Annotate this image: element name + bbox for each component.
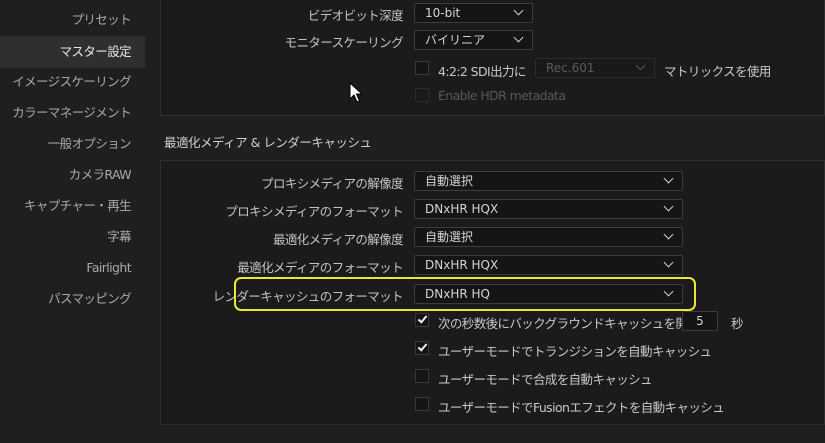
proxy-resolution-label: プロキシメディアの解像度 — [261, 176, 404, 191]
optimized-format-value: DNxHR HQX — [425, 258, 499, 272]
background-cache-label: 次の秒数後にバックグラウンドキャッシュを開始 — [438, 316, 700, 331]
optimized-format-label: 最適化メディアのフォーマット — [237, 260, 403, 275]
monitor-scaling-value: バイリニア — [425, 33, 486, 47]
cache-section-title: 最適化メディア & レンダーキャッシュ — [164, 135, 372, 150]
sidebar-item-image-scaling[interactable]: イメージスケーリング — [0, 66, 145, 98]
sidebar-item-master-settings[interactable]: マスター設定 — [0, 36, 145, 68]
proxy-format-label: プロキシメディアのフォーマット — [225, 204, 403, 219]
auto-cache-transitions-checkbox[interactable] — [415, 341, 429, 355]
auto-cache-composites-checkbox[interactable] — [415, 369, 429, 383]
optimized-resolution-value: 自動選択 — [425, 230, 474, 244]
chevron-down-icon — [513, 5, 524, 16]
project-settings-window: プリセット マスター設定 イメージスケーリング カラーマネージメント 一般オプシ… — [0, 0, 825, 443]
auto-cache-fusion-label: ユーザーモードでFusionエフェクトを自動キャッシュ — [438, 400, 725, 415]
background-cache-seconds-input[interactable]: 5 — [682, 311, 718, 331]
bit-depth-value: 10-bit — [425, 6, 461, 20]
chevron-down-icon — [663, 173, 674, 184]
settings-sidebar: プリセット マスター設定 イメージスケーリング カラーマネージメント 一般オプシ… — [0, 0, 145, 443]
hdr-metadata-label: Enable HDR metadata — [438, 88, 566, 103]
chevron-down-icon — [663, 229, 674, 240]
bit-depth-select[interactable]: 10-bit — [414, 3, 533, 23]
auto-cache-fusion-checkbox[interactable] — [415, 397, 429, 411]
sidebar-item-capture-playback[interactable]: キャプチャー・再生 — [0, 190, 145, 222]
checkmark-icon — [417, 313, 428, 324]
monitor-scaling-label: モニタースケーリング — [284, 35, 404, 50]
sdi-422-label: 4:2:2 SDI出力に — [438, 64, 526, 79]
sdi-422-checkbox[interactable] — [415, 61, 429, 75]
chevron-down-icon — [663, 201, 674, 212]
sidebar-item-presets[interactable]: プリセット — [0, 4, 145, 36]
proxy-resolution-value: 自動選択 — [425, 174, 474, 188]
matrix-select[interactable]: Rec.601 — [535, 58, 655, 78]
optimized-format-select[interactable]: DNxHR HQX — [414, 255, 683, 275]
proxy-format-value: DNxHR HQX — [425, 202, 499, 216]
optimized-resolution-select[interactable]: 自動選択 — [414, 227, 683, 247]
auto-cache-transitions-label: ユーザーモードでトランジションを自動キャッシュ — [438, 344, 712, 359]
matrix-suffix-label: マトリックスを使用 — [664, 64, 771, 79]
monitor-scaling-select[interactable]: バイリニア — [414, 30, 533, 50]
mouse-pointer-icon — [349, 82, 363, 103]
sidebar-item-color-management[interactable]: カラーマネージメント — [0, 97, 145, 129]
hdr-metadata-checkbox[interactable] — [415, 88, 429, 102]
checkmark-icon — [417, 341, 428, 352]
optimized-resolution-label: 最適化メディアの解像度 — [272, 232, 404, 247]
matrix-value: Rec.601 — [546, 61, 595, 75]
auto-cache-composites-label: ユーザーモードで合成を自動キャッシュ — [438, 372, 653, 387]
bit-depth-label: ビデオビット深度 — [307, 8, 404, 23]
chevron-down-icon — [635, 60, 646, 71]
sidebar-item-fairlight[interactable]: Fairlight — [0, 252, 145, 284]
sidebar-item-general-options[interactable]: 一般オプション — [0, 128, 145, 160]
sidebar-item-path-mapping[interactable]: パスマッピング — [0, 283, 145, 315]
sidebar-item-camera-raw[interactable]: カメラRAW — [0, 159, 145, 191]
highlight-annotation — [234, 277, 696, 311]
chevron-down-icon — [663, 257, 674, 268]
proxy-resolution-select[interactable]: 自動選択 — [414, 171, 683, 191]
proxy-format-select[interactable]: DNxHR HQX — [414, 199, 683, 219]
sidebar-item-subtitles[interactable]: 字幕 — [0, 221, 145, 253]
seconds-unit-label: 秒 — [731, 316, 744, 331]
chevron-down-icon — [513, 32, 524, 43]
background-cache-checkbox[interactable] — [415, 313, 429, 327]
